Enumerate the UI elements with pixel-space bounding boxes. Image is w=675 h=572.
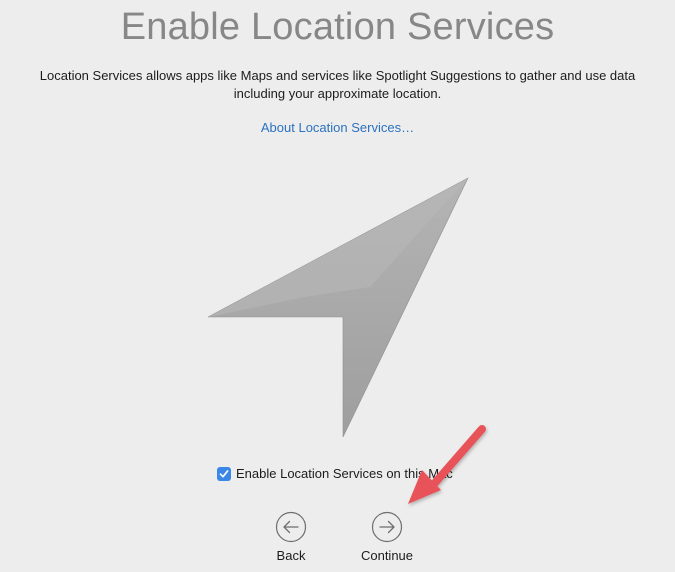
enable-location-checkbox[interactable] xyxy=(217,466,231,481)
enable-location-label[interactable]: Enable Location Services on this Mac xyxy=(236,466,453,481)
about-location-services-link[interactable]: About Location Services… xyxy=(0,120,675,135)
enable-location-checkbox-row[interactable]: Enable Location Services on this Mac xyxy=(217,466,453,481)
location-arrow-icon xyxy=(207,177,469,438)
arrow-right-circle-icon[interactable] xyxy=(371,511,403,543)
description-text: Location Services allows apps like Maps … xyxy=(39,68,636,101)
arrow-left-circle-icon[interactable] xyxy=(275,511,307,543)
checkmark-icon xyxy=(219,469,229,478)
continue-button[interactable]: Continue xyxy=(352,511,422,563)
page-title: Enable Location Services xyxy=(120,6,555,48)
back-label: Back xyxy=(276,548,306,563)
back-button[interactable]: Back xyxy=(266,511,316,563)
continue-label: Continue xyxy=(360,548,414,563)
